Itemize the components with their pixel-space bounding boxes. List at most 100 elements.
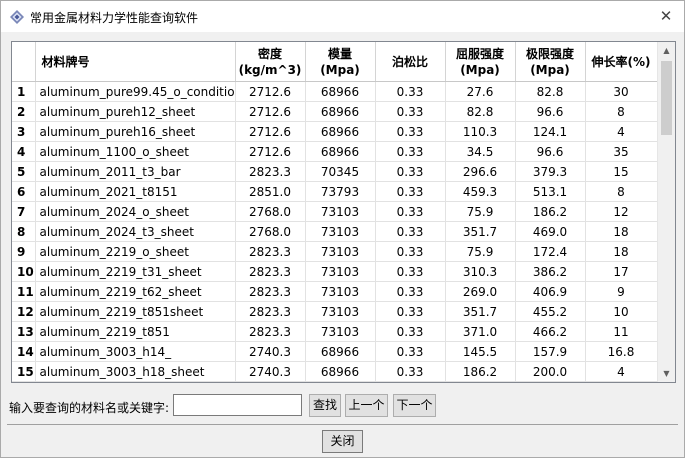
poisson-cell[interactable]: 0.33 (375, 121, 446, 142)
table-row[interactable]: 1 aluminum_pure99.45_o_condition 2712.6 689… (12, 81, 658, 102)
yield-cell[interactable]: 27.6 (445, 81, 516, 102)
elongation-cell[interactable]: 4 (585, 121, 658, 142)
yield-cell[interactable]: 371.0 (445, 321, 516, 342)
ultimate-cell[interactable]: 124.1 (515, 121, 586, 142)
density-cell[interactable]: 2823.3 (235, 161, 306, 182)
find-button[interactable]: 查找 (309, 394, 341, 417)
modulus-cell[interactable]: 68966 (305, 121, 376, 142)
ultimate-cell[interactable]: 82.8 (515, 81, 586, 102)
table-row[interactable]: 16aluminum_3003_o_sheet2740.3689660.3341… (12, 381, 658, 382)
elongation-cell[interactable]: 18 (585, 241, 658, 262)
elongation-cell[interactable]: 4 (585, 361, 658, 382)
elongation-cell[interactable]: 8 (585, 101, 658, 122)
yield-cell[interactable]: 75.9 (445, 201, 516, 222)
table-row[interactable]: 3 aluminum_pureh16_sheet 2712.6 68966 0.33 11… (12, 121, 658, 142)
material-name[interactable]: aluminum_2024_t3_sheet (35, 221, 236, 242)
elongation-cell[interactable]: 35 (585, 141, 658, 162)
row-index[interactable]: 11 (12, 281, 36, 302)
yield-cell[interactable]: 310.3 (445, 261, 516, 282)
table-row[interactable]: 5 aluminum_2011_t3_bar 2823.3 70345 0.33 296.… (12, 161, 658, 182)
table-row[interactable]: 10 aluminum_2219_t31_sheet 2823.3 73103 0.33… (12, 261, 658, 282)
column-header-name[interactable]: 材料牌号 (35, 42, 236, 82)
scroll-up-icon[interactable]: ▲ (658, 42, 675, 59)
material-name[interactable]: aluminum_3003_o_sheet (35, 381, 236, 382)
poisson-cell[interactable]: 0.33 (375, 281, 446, 302)
material-name[interactable]: aluminum_1100_o_sheet (35, 141, 236, 162)
elongation-cell[interactable]: 30 (585, 81, 658, 102)
density-cell[interactable]: 2823.3 (235, 241, 306, 262)
elongation-cell[interactable]: 10 (585, 301, 658, 322)
elongation-cell[interactable]: 15 (585, 161, 658, 182)
density-cell[interactable]: 2768.0 (235, 201, 306, 222)
material-name[interactable]: aluminum_pureh12_sheet (35, 101, 236, 122)
modulus-cell[interactable]: 73103 (305, 221, 376, 242)
poisson-cell[interactable]: 0.33 (375, 161, 446, 182)
ultimate-cell[interactable]: 96.6 (515, 141, 586, 162)
next-button[interactable]: 下一个 (393, 394, 436, 417)
table-row[interactable]: 2 aluminum_pureh12_sheet 2712.6 68966 0.33 82… (12, 101, 658, 122)
ultimate-cell[interactable]: 469.0 (515, 221, 586, 242)
row-index[interactable]: 5 (12, 161, 36, 182)
row-index[interactable]: 12 (12, 301, 36, 322)
poisson-cell[interactable]: 0.33 (375, 101, 446, 122)
density-cell[interactable]: 2740.3 (235, 341, 306, 362)
table-row[interactable]: 8 aluminum_2024_t3_sheet 2768.0 73103 0.33 35… (12, 221, 658, 242)
material-name[interactable]: aluminum_pureh16_sheet (35, 121, 236, 142)
table-row[interactable]: 4 aluminum_1100_o_sheet 2712.6 68966 0.33 34.… (12, 141, 658, 162)
material-name[interactable]: aluminum_3003_h18_sheet (35, 361, 236, 382)
yield-cell[interactable]: 145.5 (445, 341, 516, 362)
poisson-cell[interactable]: 0.33 (375, 261, 446, 282)
yield-cell[interactable]: 351.7 (445, 221, 516, 242)
ultimate-cell[interactable]: 455.2 (515, 301, 586, 322)
material-name[interactable]: aluminum_2219_t851sheet (35, 301, 236, 322)
modulus-cell[interactable]: 68966 (305, 81, 376, 102)
yield-cell[interactable]: 459.3 (445, 181, 516, 202)
elongation-cell[interactable]: 8 (585, 181, 658, 202)
ultimate-cell[interactable]: 157.9 (515, 341, 586, 362)
ultimate-cell[interactable]: 466.2 (515, 321, 586, 342)
yield-cell[interactable]: 351.7 (445, 301, 516, 322)
elongation-cell[interactable]: 12 (585, 201, 658, 222)
density-cell[interactable]: 2823.3 (235, 281, 306, 302)
row-index[interactable]: 1 (12, 81, 36, 102)
yield-cell[interactable]: 41.4 (445, 381, 516, 382)
yield-cell[interactable]: 82.8 (445, 101, 516, 122)
title-bar[interactable]: 常用金属材料力学性能查询软件 ✕ (1, 1, 684, 32)
modulus-cell[interactable]: 73793 (305, 181, 376, 202)
poisson-cell[interactable]: 0.33 (375, 321, 446, 342)
elongation-cell[interactable]: 30 (585, 381, 658, 382)
column-header-index[interactable] (12, 42, 36, 82)
row-index[interactable]: 9 (12, 241, 36, 262)
yield-cell[interactable]: 75.9 (445, 241, 516, 262)
modulus-cell[interactable]: 68966 (305, 381, 376, 382)
material-name[interactable]: aluminum_3003_h14_ (35, 341, 236, 362)
modulus-cell[interactable]: 68966 (305, 141, 376, 162)
density-cell[interactable]: 2740.3 (235, 361, 306, 382)
poisson-cell[interactable]: 0.33 (375, 241, 446, 262)
elongation-cell[interactable]: 16.8 (585, 341, 658, 362)
table-row[interactable]: 11 aluminum_2219_t62_sheet 2823.3 73103 0.33… (12, 281, 658, 302)
column-header-elongation[interactable]: 伸长率(%) (585, 42, 658, 82)
row-index[interactable]: 15 (12, 361, 36, 382)
modulus-cell[interactable]: 68966 (305, 361, 376, 382)
table-row[interactable]: 6 aluminum_2021_t8151 2851.0 73793 0.33 459.3… (12, 181, 658, 202)
ultimate-cell[interactable]: 406.9 (515, 281, 586, 302)
table-row[interactable]: 13 aluminum_2219_t851 2823.3 73103 0.33 371.0… (12, 321, 658, 342)
yield-cell[interactable]: 269.0 (445, 281, 516, 302)
density-cell[interactable]: 2768.0 (235, 221, 306, 242)
row-index[interactable]: 6 (12, 181, 36, 202)
modulus-cell[interactable]: 70345 (305, 161, 376, 182)
yield-cell[interactable]: 34.5 (445, 141, 516, 162)
modulus-cell[interactable]: 73103 (305, 241, 376, 262)
elongation-cell[interactable]: 11 (585, 321, 658, 342)
modulus-cell[interactable]: 73103 (305, 281, 376, 302)
column-header-poisson[interactable]: 泊松比 (375, 42, 446, 82)
material-name[interactable]: aluminum_pure99.45_o_condition (35, 81, 236, 102)
modulus-cell[interactable]: 73103 (305, 261, 376, 282)
density-cell[interactable]: 2823.3 (235, 301, 306, 322)
scrollbar-thumb[interactable] (661, 61, 672, 135)
column-header-ultimate[interactable]: 极限强度 (Mpa) (515, 42, 586, 82)
poisson-cell[interactable]: 0.33 (375, 221, 446, 242)
poisson-cell[interactable]: 0.33 (375, 381, 446, 382)
ultimate-cell[interactable]: 110.3 (515, 381, 586, 382)
